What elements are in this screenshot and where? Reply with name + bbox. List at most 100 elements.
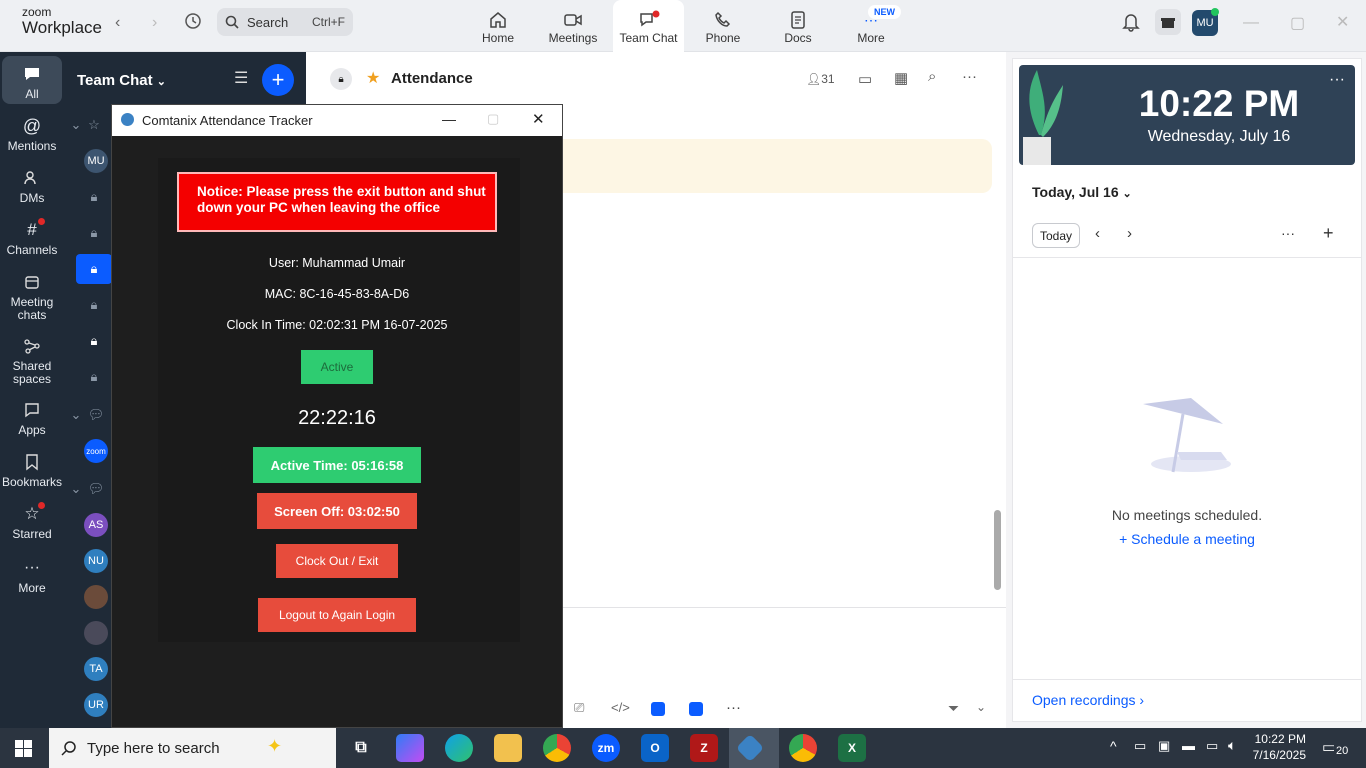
outlook-icon[interactable]: O [641,734,669,762]
history-icon[interactable] [184,12,202,35]
chrome-icon[interactable] [543,734,571,762]
back-icon[interactable]: ‹ [115,14,120,32]
nav-home[interactable]: Home [462,0,534,52]
zoom-icon[interactable]: zm [592,734,620,762]
calendar-date-header[interactable]: Today, Jul 16 ⌄ [1032,184,1132,200]
network-icon[interactable]: ▭ [1206,738,1218,754]
taskbar-search[interactable]: Type here to search ✦ [49,728,336,768]
logout-button[interactable]: Logout to Again Login [258,598,416,632]
chevron-right-icon[interactable]: › [1127,225,1132,242]
search-box[interactable]: Search Ctrl+F [217,8,353,36]
close-icon[interactable]: ✕ [532,110,545,128]
copilot-icon[interactable] [396,734,424,762]
open-recordings-link[interactable]: Open recordings › [1032,692,1144,708]
window-titlebar[interactable]: Comtanix Attendance Tracker — ▢ ✕ [112,105,562,136]
clock-time: 10:22 PM [1138,83,1300,124]
rail-meeting-chats[interactable]: Meeting chats [2,270,62,321]
file-explorer-icon[interactable] [494,734,522,762]
scrollbar[interactable] [994,510,1001,590]
avatar[interactable]: AS [84,513,108,537]
task-view-icon[interactable]: ⧉ [347,734,375,762]
chrome-profile-icon[interactable] [789,734,817,762]
close-icon[interactable]: ✕ [1336,12,1349,32]
nav-team-chat[interactable]: Team Chat [613,0,684,52]
gift-icon[interactable] [1155,9,1181,35]
filter-icon[interactable]: ☰ [234,68,248,88]
lock-icon[interactable]: 🔒︎ [76,290,112,320]
avatar[interactable]: NU [84,549,108,573]
more-icon[interactable]: ··· [962,68,977,85]
more-icon[interactable]: ··· [1281,225,1295,241]
edge-icon[interactable] [445,734,473,762]
members-icon[interactable]: 👤︎31 [806,72,835,86]
add-icon[interactable]: + [1323,223,1334,244]
taskbar-clock[interactable]: 10:22 PM 7/16/2025 [1248,731,1306,763]
clips-icon[interactable] [689,702,703,716]
code-icon[interactable]: </> [611,700,630,715]
battery-icon[interactable]: ▬ [1182,738,1195,753]
maximize-icon[interactable]: ▢ [1290,13,1305,33]
chevron-down-icon[interactable]: ⌄ [976,700,986,714]
lock-icon[interactable]: 🔒︎ [76,326,112,356]
filezilla-icon[interactable]: Z [690,734,718,762]
search-icon[interactable]: ⌕ [928,68,936,85]
rail-apps[interactable]: Apps [2,398,62,437]
avatar[interactable]: MU [84,149,108,173]
avatar[interactable]: TA [84,657,108,681]
schedule-meeting-link[interactable]: + Schedule a meeting [1013,531,1361,547]
filter-icon[interactable]: ⏷ [948,700,959,717]
lock-icon[interactable]: 🔒︎ [76,362,112,392]
channel-title[interactable]: Attendance [391,70,473,87]
star-icon[interactable]: ★ [366,68,380,88]
today-button[interactable]: Today [1032,223,1080,248]
collapse-arrow-icon[interactable]: ⌄ [66,474,86,504]
maximize-icon[interactable]: ▢ [487,111,499,127]
minimize-icon[interactable]: — [442,111,456,127]
minimize-icon[interactable]: — [1243,14,1259,32]
rail-mentions[interactable]: @ Mentions [2,114,62,153]
chat-icon [639,10,659,27]
rail-more[interactable]: ··· More [2,556,62,595]
lock-icon[interactable]: 🔒︎ [76,254,112,284]
forward-icon[interactable]: › [152,14,157,32]
whiteboard-icon[interactable] [651,702,665,716]
avatar[interactable] [84,621,108,645]
rail-dms[interactable]: DMs [2,166,62,205]
beach-umbrella-icon [1143,398,1231,473]
nav-phone[interactable]: Phone [687,0,759,52]
windows-start-icon[interactable] [15,740,32,757]
excel-icon[interactable]: X [838,734,866,762]
online-dot [1211,8,1219,16]
clock-out-button[interactable]: Clock Out / Exit [276,544,398,578]
rail-starred[interactable]: ☆ Starred [2,502,62,541]
meet-now-icon[interactable]: ▭ [1134,738,1146,754]
bell-icon[interactable] [1122,12,1140,37]
new-chat-button[interactable]: + [262,64,294,96]
rail-all[interactable]: All [2,56,62,104]
divider [1013,679,1361,680]
star-icon: ☆ [88,117,100,132]
rail-label: Channels [6,243,58,257]
nav-meetings[interactable]: Meetings [537,0,609,52]
lock-icon[interactable]: 🔒︎ [76,218,112,248]
more-icon[interactable]: ··· [1329,71,1345,89]
avatar[interactable]: UR [84,693,108,717]
collapse-arrow-icon[interactable]: ⌄ [66,400,86,430]
video-message-icon[interactable]: ⎚ [574,700,584,716]
lock-icon[interactable]: 🔒︎ [76,182,112,212]
rail-shared-spaces[interactable]: Shared spaces [2,334,62,385]
logo-text-bottom: Workplace [22,18,102,37]
avatar[interactable] [84,585,108,609]
volume-mute-icon[interactable]: 🔈︎ [1228,737,1236,754]
calendar-icon[interactable]: ▦ [894,69,908,87]
chevron-left-icon[interactable]: ‹ [1095,225,1100,242]
video-icon[interactable]: ▭ [858,70,872,88]
display-icon[interactable]: ▣ [1158,738,1170,754]
more-icon[interactable]: ··· [726,699,741,716]
nav-docs[interactable]: Docs [762,0,834,52]
panel-title[interactable]: Team Chat ⌄ [77,72,166,89]
rail-channels[interactable]: # Channels [2,218,62,257]
chevron-up-icon[interactable]: ^ [1110,738,1117,754]
avatar[interactable]: zoom [84,439,108,463]
rail-bookmarks[interactable]: Bookmarks [2,450,62,489]
